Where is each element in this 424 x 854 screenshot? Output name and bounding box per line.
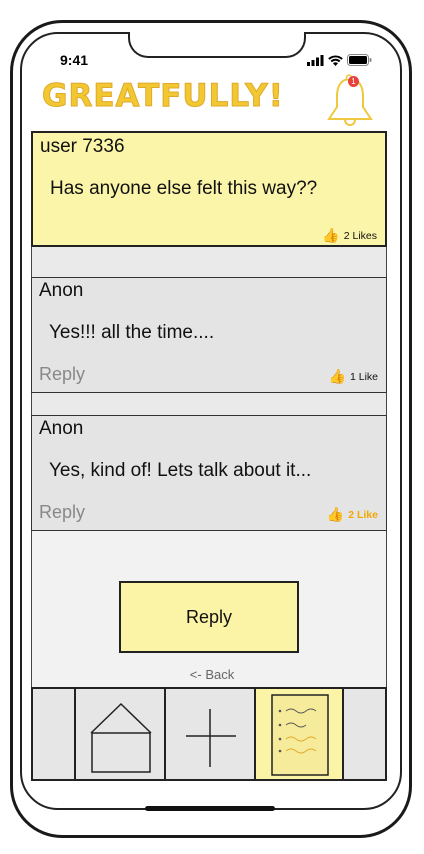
reply-button[interactable]: Reply [119,581,299,653]
reply-likes-count: 2 Like [348,508,378,521]
post-author: user 7336 [40,136,125,157]
status-icons [307,52,372,68]
reply-message: Yes!!! all the time.... [49,322,215,343]
battery-icon [347,54,372,66]
tab-add[interactable] [164,689,254,779]
thumbs-up-icon: 👍 [326,506,345,522]
reply-link[interactable]: Reply [39,502,85,523]
status-time: 9:41 [60,52,89,68]
tab-bar [31,687,387,781]
tab-notes[interactable] [254,689,344,779]
reply-author: Anon [39,418,84,439]
reply-message: Yes, kind of! Lets talk about it... [49,460,312,481]
notification-badge: 1 [348,76,359,87]
separator [31,247,387,277]
reply-link[interactable]: Reply [39,364,85,385]
back-link[interactable]: <- Back [0,667,424,682]
wifi-icon [328,54,343,66]
tab-home[interactable] [74,689,166,779]
post-likes-count: 2 Likes [343,229,377,242]
reply-like-button[interactable]: 👍 2 Like [327,506,378,523]
thumbs-up-icon: 👍 [322,227,340,243]
home-icon [90,702,152,773]
home-indicator [145,806,275,811]
thumbs-up-icon: 👍 [328,368,346,384]
reply-author: Anon [39,280,84,301]
notes-icon [271,694,329,776]
post-like-button[interactable]: 👍 2 Likes [322,227,377,244]
notification-bell-button[interactable]: 1 [326,74,376,126]
separator [31,393,387,415]
reply-like-button[interactable]: 👍 1 Like [329,368,378,385]
original-post: user 7336 Has anyone else felt this way?… [31,131,387,247]
reply-card: Anon Yes!!! all the time.... Reply 👍 1 L… [31,277,387,393]
signal-icon [307,54,324,66]
plus-icon [186,709,236,767]
notch [128,32,306,58]
post-message: Has anyone else felt this way?? [50,178,318,199]
reply-card: Anon Yes, kind of! Lets talk about it...… [31,415,387,531]
app-title: GREATFULLY! [42,78,284,115]
reply-likes-count: 1 Like [349,370,378,383]
